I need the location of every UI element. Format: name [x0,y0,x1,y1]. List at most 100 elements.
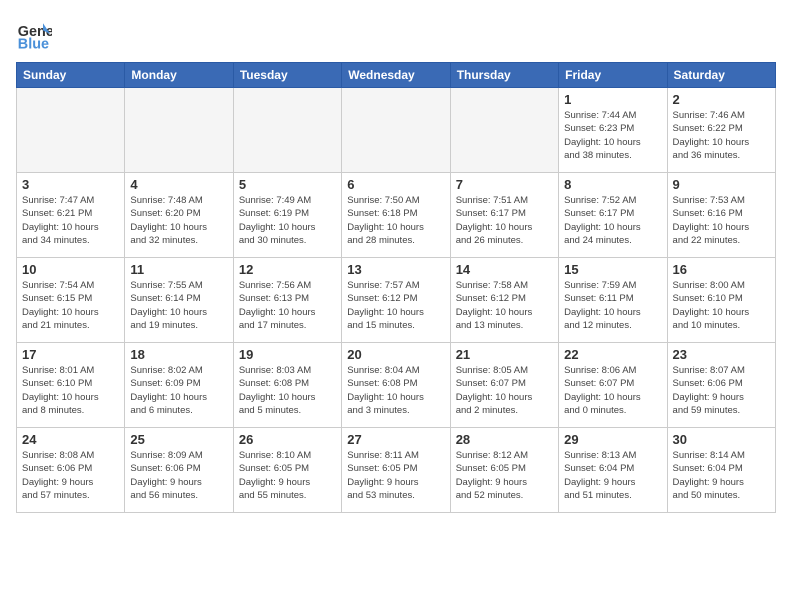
day-info: Sunrise: 8:08 AM Sunset: 6:06 PM Dayligh… [22,449,119,502]
day-info: Sunrise: 7:52 AM Sunset: 6:17 PM Dayligh… [564,194,661,247]
day-number: 24 [22,432,119,447]
calendar-cell: 19 Sunrise: 8:03 AM Sunset: 6:08 PM Dayli… [233,343,341,428]
logo: General Blue [16,16,56,52]
calendar-cell: 16 Sunrise: 8:00 AM Sunset: 6:10 PM Dayli… [667,258,775,343]
day-number: 19 [239,347,336,362]
day-number: 20 [347,347,444,362]
day-info: Sunrise: 8:01 AM Sunset: 6:10 PM Dayligh… [22,364,119,417]
day-info: Sunrise: 7:57 AM Sunset: 6:12 PM Dayligh… [347,279,444,332]
svg-text:Blue: Blue [18,36,49,52]
day-info: Sunrise: 8:12 AM Sunset: 6:05 PM Dayligh… [456,449,553,502]
calendar-cell: 24 Sunrise: 8:08 AM Sunset: 6:06 PM Dayli… [17,428,125,513]
day-number: 21 [456,347,553,362]
calendar-cell: 8 Sunrise: 7:52 AM Sunset: 6:17 PM Daylig… [559,173,667,258]
day-number: 17 [22,347,119,362]
day-info: Sunrise: 7:48 AM Sunset: 6:20 PM Dayligh… [130,194,227,247]
day-number: 25 [130,432,227,447]
calendar-cell [125,88,233,173]
day-number: 13 [347,262,444,277]
day-number: 4 [130,177,227,192]
calendar-cell: 18 Sunrise: 8:02 AM Sunset: 6:09 PM Dayli… [125,343,233,428]
calendar-cell: 7 Sunrise: 7:51 AM Sunset: 6:17 PM Daylig… [450,173,558,258]
calendar-cell: 23 Sunrise: 8:07 AM Sunset: 6:06 PM Dayli… [667,343,775,428]
calendar-cell [450,88,558,173]
day-info: Sunrise: 8:00 AM Sunset: 6:10 PM Dayligh… [673,279,770,332]
weekday-header: Monday [125,63,233,88]
day-number: 15 [564,262,661,277]
calendar-cell: 29 Sunrise: 8:13 AM Sunset: 6:04 PM Dayli… [559,428,667,513]
day-info: Sunrise: 7:56 AM Sunset: 6:13 PM Dayligh… [239,279,336,332]
calendar-cell: 11 Sunrise: 7:55 AM Sunset: 6:14 PM Dayli… [125,258,233,343]
calendar-cell [342,88,450,173]
day-number: 11 [130,262,227,277]
day-info: Sunrise: 8:09 AM Sunset: 6:06 PM Dayligh… [130,449,227,502]
day-number: 18 [130,347,227,362]
day-number: 8 [564,177,661,192]
day-number: 27 [347,432,444,447]
day-info: Sunrise: 7:54 AM Sunset: 6:15 PM Dayligh… [22,279,119,332]
calendar-cell: 20 Sunrise: 8:04 AM Sunset: 6:08 PM Dayli… [342,343,450,428]
calendar-cell [17,88,125,173]
day-number: 14 [456,262,553,277]
day-number: 3 [22,177,119,192]
day-info: Sunrise: 8:10 AM Sunset: 6:05 PM Dayligh… [239,449,336,502]
calendar-cell: 22 Sunrise: 8:06 AM Sunset: 6:07 PM Dayli… [559,343,667,428]
calendar-cell: 14 Sunrise: 7:58 AM Sunset: 6:12 PM Dayli… [450,258,558,343]
day-info: Sunrise: 7:53 AM Sunset: 6:16 PM Dayligh… [673,194,770,247]
calendar-cell: 27 Sunrise: 8:11 AM Sunset: 6:05 PM Dayli… [342,428,450,513]
day-number: 29 [564,432,661,447]
day-number: 22 [564,347,661,362]
day-number: 10 [22,262,119,277]
day-number: 30 [673,432,770,447]
day-info: Sunrise: 7:51 AM Sunset: 6:17 PM Dayligh… [456,194,553,247]
day-info: Sunrise: 8:06 AM Sunset: 6:07 PM Dayligh… [564,364,661,417]
calendar-cell: 6 Sunrise: 7:50 AM Sunset: 6:18 PM Daylig… [342,173,450,258]
day-info: Sunrise: 7:44 AM Sunset: 6:23 PM Dayligh… [564,109,661,162]
calendar-cell: 13 Sunrise: 7:57 AM Sunset: 6:12 PM Dayli… [342,258,450,343]
weekday-header: Thursday [450,63,558,88]
calendar-cell: 12 Sunrise: 7:56 AM Sunset: 6:13 PM Dayli… [233,258,341,343]
day-info: Sunrise: 8:04 AM Sunset: 6:08 PM Dayligh… [347,364,444,417]
day-info: Sunrise: 7:50 AM Sunset: 6:18 PM Dayligh… [347,194,444,247]
header: General Blue [16,16,776,52]
day-number: 16 [673,262,770,277]
calendar-cell [233,88,341,173]
calendar-cell: 30 Sunrise: 8:14 AM Sunset: 6:04 PM Dayli… [667,428,775,513]
weekday-header: Friday [559,63,667,88]
weekday-header: Saturday [667,63,775,88]
calendar: SundayMondayTuesdayWednesdayThursdayFrid… [16,62,776,513]
day-number: 26 [239,432,336,447]
day-info: Sunrise: 8:11 AM Sunset: 6:05 PM Dayligh… [347,449,444,502]
day-info: Sunrise: 8:14 AM Sunset: 6:04 PM Dayligh… [673,449,770,502]
day-number: 6 [347,177,444,192]
day-info: Sunrise: 7:47 AM Sunset: 6:21 PM Dayligh… [22,194,119,247]
day-info: Sunrise: 8:02 AM Sunset: 6:09 PM Dayligh… [130,364,227,417]
calendar-cell: 4 Sunrise: 7:48 AM Sunset: 6:20 PM Daylig… [125,173,233,258]
calendar-cell: 17 Sunrise: 8:01 AM Sunset: 6:10 PM Dayli… [17,343,125,428]
day-number: 12 [239,262,336,277]
calendar-cell: 15 Sunrise: 7:59 AM Sunset: 6:11 PM Dayli… [559,258,667,343]
weekday-header: Tuesday [233,63,341,88]
calendar-cell: 10 Sunrise: 7:54 AM Sunset: 6:15 PM Dayli… [17,258,125,343]
day-number: 5 [239,177,336,192]
day-number: 9 [673,177,770,192]
calendar-cell: 1Sunrise: 7:44 AM Sunset: 6:23 PM Daylig… [559,88,667,173]
calendar-cell: 3 Sunrise: 7:47 AM Sunset: 6:21 PM Daylig… [17,173,125,258]
calendar-cell: 5Sunrise: 7:49 AM Sunset: 6:19 PM Daylig… [233,173,341,258]
day-number: 7 [456,177,553,192]
day-number: 2 [673,92,770,107]
day-info: Sunrise: 8:13 AM Sunset: 6:04 PM Dayligh… [564,449,661,502]
logo-icon: General Blue [16,16,52,52]
day-info: Sunrise: 7:58 AM Sunset: 6:12 PM Dayligh… [456,279,553,332]
calendar-cell: 21 Sunrise: 8:05 AM Sunset: 6:07 PM Dayli… [450,343,558,428]
day-number: 23 [673,347,770,362]
day-info: Sunrise: 7:59 AM Sunset: 6:11 PM Dayligh… [564,279,661,332]
day-info: Sunrise: 8:03 AM Sunset: 6:08 PM Dayligh… [239,364,336,417]
day-info: Sunrise: 8:05 AM Sunset: 6:07 PM Dayligh… [456,364,553,417]
calendar-cell: 28Sunrise: 8:12 AM Sunset: 6:05 PM Dayli… [450,428,558,513]
calendar-cell: 2Sunrise: 7:46 AM Sunset: 6:22 PM Daylig… [667,88,775,173]
day-info: Sunrise: 8:07 AM Sunset: 6:06 PM Dayligh… [673,364,770,417]
day-info: Sunrise: 7:55 AM Sunset: 6:14 PM Dayligh… [130,279,227,332]
weekday-header: Sunday [17,63,125,88]
calendar-cell: 25 Sunrise: 8:09 AM Sunset: 6:06 PM Dayli… [125,428,233,513]
